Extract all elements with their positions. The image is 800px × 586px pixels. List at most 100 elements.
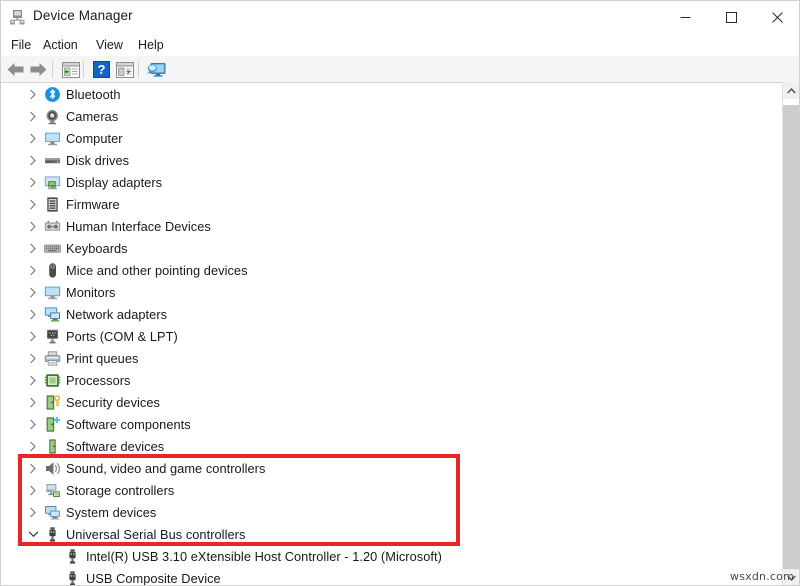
tree-row-label: System devices <box>66 504 157 520</box>
bluetooth-icon <box>44 86 61 103</box>
tree-row-label: USB Composite Device <box>86 570 221 586</box>
tree-row-label: Cameras <box>66 108 119 124</box>
tree-row[interactable]: Universal Serial Bus controllers <box>0 523 770 545</box>
menu-view[interactable]: View <box>91 37 128 53</box>
tree-row-label: Sound, video and game controllers <box>66 460 266 476</box>
menu-help[interactable]: Help <box>133 37 169 53</box>
toolbar: ? <box>0 56 800 83</box>
tree-row[interactable]: Firmware <box>0 193 770 215</box>
chevron-right-icon[interactable] <box>26 171 40 193</box>
minimize-button[interactable] <box>662 0 708 34</box>
chevron-right-icon[interactable] <box>26 281 40 303</box>
tree-row[interactable]: Intel(R) USB 3.10 eXtensible Host Contro… <box>0 545 770 567</box>
tree-row[interactable]: USB Composite Device <box>0 567 770 586</box>
port-icon <box>44 328 61 345</box>
chevron-right-icon[interactable] <box>26 237 40 259</box>
toolbar-separator <box>52 61 53 78</box>
chevron-right-icon[interactable] <box>26 127 40 149</box>
properties-icon[interactable] <box>114 59 135 80</box>
chevron-right-icon[interactable] <box>26 83 40 105</box>
menu-bar: File Action View Help <box>0 34 800 56</box>
speaker-icon <box>44 460 61 477</box>
scroll-up-arrow-icon[interactable] <box>783 82 800 99</box>
tree-row[interactable]: Monitors <box>0 281 770 303</box>
tree-row[interactable]: Software components <box>0 413 770 435</box>
tree-row-label: Universal Serial Bus controllers <box>66 526 246 542</box>
back-arrow-icon[interactable] <box>5 59 26 80</box>
help-icon[interactable]: ? <box>91 59 112 80</box>
tree-row-label: Firmware <box>66 196 120 212</box>
computer-icon <box>44 130 61 147</box>
tree-row[interactable]: Cameras <box>0 105 770 127</box>
chevron-right-icon[interactable] <box>26 325 40 347</box>
software-device-icon <box>44 438 61 455</box>
chevron-right-icon[interactable] <box>26 105 40 127</box>
storage-controller-icon <box>44 482 61 499</box>
scan-for-hardware-changes-icon[interactable] <box>146 59 167 80</box>
chevron-right-icon[interactable] <box>26 457 40 479</box>
chevron-right-icon[interactable] <box>26 303 40 325</box>
security-device-icon <box>44 394 61 411</box>
tree-row[interactable]: Sound, video and game controllers <box>0 457 770 479</box>
chevron-right-icon[interactable] <box>26 413 40 435</box>
processor-icon <box>44 372 61 389</box>
chevron-right-icon[interactable] <box>26 435 40 457</box>
tree-row[interactable]: Storage controllers <box>0 479 770 501</box>
window-controls <box>662 0 800 34</box>
tree-row[interactable]: Computer <box>0 127 770 149</box>
chevron-right-icon[interactable] <box>26 347 40 369</box>
tree-row-label: Keyboards <box>66 240 128 256</box>
tree-row[interactable]: Bluetooth <box>0 83 770 105</box>
device-manager-window: Device Manager File Action View Help ? B… <box>0 0 800 586</box>
device-manager-icon <box>9 9 26 26</box>
tree-row[interactable]: Keyboards <box>0 237 770 259</box>
mouse-icon <box>44 262 61 279</box>
tree-row[interactable]: Processors <box>0 369 770 391</box>
chevron-right-icon[interactable] <box>26 369 40 391</box>
tree-row-label: Human Interface Devices <box>66 218 211 234</box>
menu-file[interactable]: File <box>6 37 36 53</box>
chevron-right-icon[interactable] <box>26 149 40 171</box>
chevron-right-icon[interactable] <box>26 391 40 413</box>
chevron-right-icon[interactable] <box>26 501 40 523</box>
tree-row[interactable]: System devices <box>0 501 770 523</box>
tree-row-label: Computer <box>66 130 123 146</box>
maximize-button[interactable] <box>708 0 754 34</box>
tree-row-label: Security devices <box>66 394 160 410</box>
tree-row[interactable]: Mice and other pointing devices <box>0 259 770 281</box>
software-component-icon <box>44 416 61 433</box>
vertical-scrollbar[interactable] <box>782 82 800 586</box>
tree-row-label: Monitors <box>66 284 116 300</box>
scrollbar-track[interactable] <box>783 99 800 569</box>
disk-drive-icon <box>44 152 61 169</box>
monitor-icon <box>44 284 61 301</box>
tree-row[interactable]: Ports (COM & LPT) <box>0 325 770 347</box>
tree-row-label: Print queues <box>66 350 139 366</box>
device-tree-panel: Bluetooth Cameras Computer Disk drives Displ… <box>0 82 800 586</box>
tree-row[interactable]: Print queues <box>0 347 770 369</box>
close-button[interactable] <box>754 0 800 34</box>
tree-row-label: Display adapters <box>66 174 163 190</box>
firmware-icon <box>44 196 61 213</box>
usb-icon <box>64 570 81 586</box>
chevron-right-icon[interactable] <box>26 215 40 237</box>
chevron-right-icon[interactable] <box>26 193 40 215</box>
tree-row[interactable]: Human Interface Devices <box>0 215 770 237</box>
tree-row[interactable]: Security devices <box>0 391 770 413</box>
scrollbar-thumb[interactable] <box>783 105 800 569</box>
tree-row-label: Mice and other pointing devices <box>66 262 248 278</box>
tree-row[interactable]: Disk drives <box>0 149 770 171</box>
forward-arrow-icon[interactable] <box>28 59 49 80</box>
tree-row[interactable]: Display adapters <box>0 171 770 193</box>
tree-row[interactable]: Network adapters <box>0 303 770 325</box>
menu-action[interactable]: Action <box>38 37 83 53</box>
watermark: wsxdn.com <box>730 570 794 583</box>
chevron-right-icon[interactable] <box>26 259 40 281</box>
show-hide-console-tree-icon[interactable] <box>60 59 81 80</box>
chevron-down-icon[interactable] <box>26 523 40 545</box>
tree-row-label: Processors <box>66 372 131 388</box>
chevron-right-icon[interactable] <box>26 479 40 501</box>
title-bar: Device Manager <box>0 0 800 35</box>
system-device-icon <box>44 504 61 521</box>
tree-row[interactable]: Software devices <box>0 435 770 457</box>
